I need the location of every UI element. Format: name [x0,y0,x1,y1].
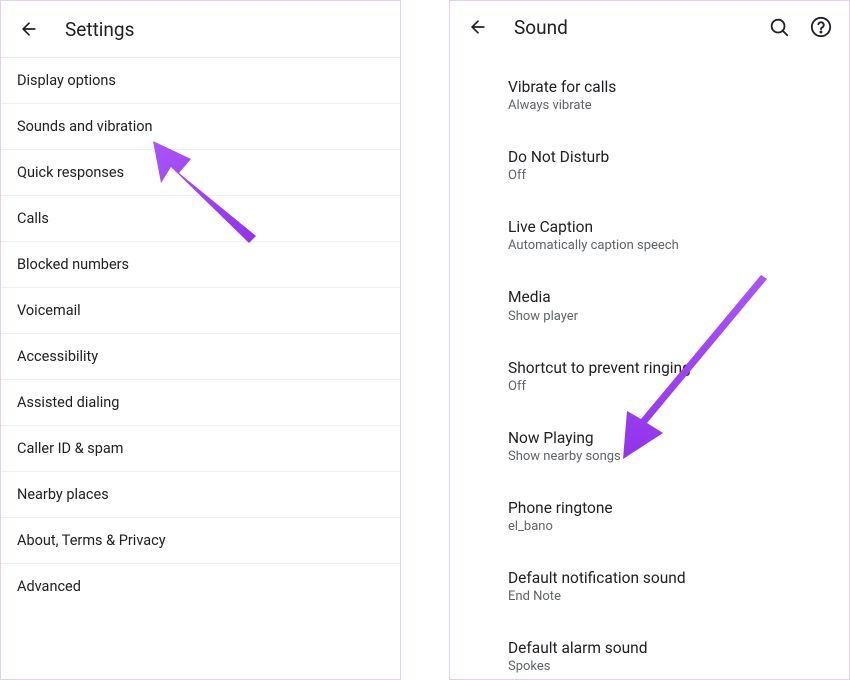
list-item-label: Calls [17,210,384,227]
sound-item-vibrate-for-calls[interactable]: Vibrate for calls Always vibrate [450,67,849,123]
sound-item-media[interactable]: Media Show player [450,277,849,333]
list-item-label: Voicemail [17,302,384,319]
sound-item-do-not-disturb[interactable]: Do Not Disturb Off [450,137,849,193]
list-item-accessibility[interactable]: Accessibility [1,334,400,380]
sound-item-subtitle: Always vibrate [508,98,833,113]
list-item-sounds-and-vibration[interactable]: Sounds and vibration [1,104,400,150]
list-item-label: Sounds and vibration [17,118,384,135]
sound-item-subtitle: Show player [508,309,833,324]
list-item-label: About, Terms & Privacy [17,532,384,549]
list-item-label: Assisted dialing [17,394,384,411]
sound-item-title: Phone ringtone [508,498,833,518]
list-item-label: Blocked numbers [17,256,384,273]
sound-item-title: Default alarm sound [508,638,833,658]
list-item-advanced[interactable]: Advanced [1,564,400,609]
help-icon [810,16,832,38]
sound-item-subtitle: Spokes [508,659,833,674]
sound-item-title: Vibrate for calls [508,77,833,97]
list-item-label: Caller ID & spam [17,440,384,457]
list-item-label: Quick responses [17,164,384,181]
help-button[interactable] [809,15,833,39]
header-actions [767,15,833,39]
sound-item-default-notification[interactable]: Default notification sound End Note [450,558,849,614]
settings-header: Settings [1,1,400,57]
settings-screen: Settings Display options Sounds and vibr… [0,0,401,680]
sound-item-subtitle: Show nearby songs [508,449,833,464]
sound-item-now-playing[interactable]: Now Playing Show nearby songs [450,418,849,474]
sound-item-subtitle: End Note [508,589,833,604]
list-item-nearby-places[interactable]: Nearby places [1,472,400,518]
sound-header: Sound [450,1,849,53]
sound-item-title: Shortcut to prevent ringing [508,358,833,378]
list-item-label: Advanced [17,578,384,595]
list-item-blocked-numbers[interactable]: Blocked numbers [1,242,400,288]
sound-item-subtitle: Off [508,168,833,183]
sound-item-title: Now Playing [508,428,833,448]
page-title: Sound [514,16,568,39]
list-item-caller-id-spam[interactable]: Caller ID & spam [1,426,400,472]
sound-item-subtitle: Automatically caption speech [508,238,833,253]
list-item-voicemail[interactable]: Voicemail [1,288,400,334]
sound-item-title: Default notification sound [508,568,833,588]
settings-list: Display options Sounds and vibration Qui… [1,58,400,679]
back-button[interactable] [17,17,41,41]
search-icon [768,16,790,38]
arrow-back-icon [468,17,488,37]
sound-item-live-caption[interactable]: Live Caption Automatically caption speec… [450,207,849,263]
list-item-calls[interactable]: Calls [1,196,400,242]
list-item-label: Display options [17,72,384,89]
list-item-label: Nearby places [17,486,384,503]
sound-item-title: Media [508,287,833,307]
back-button[interactable] [466,15,490,39]
sound-list: Vibrate for calls Always vibrate Do Not … [450,53,849,680]
sound-item-title: Live Caption [508,217,833,237]
sound-item-subtitle: Off [508,379,833,394]
sound-screen: Sound Vibrate for calls Always vibrate D… [449,0,850,680]
arrow-back-icon [19,19,39,39]
search-button[interactable] [767,15,791,39]
sound-item-shortcut-prevent-ringing[interactable]: Shortcut to prevent ringing Off [450,348,849,404]
sound-item-title: Do Not Disturb [508,147,833,167]
list-item-assisted-dialing[interactable]: Assisted dialing [1,380,400,426]
sound-item-phone-ringtone[interactable]: Phone ringtone el_bano [450,488,849,544]
list-item-display-options[interactable]: Display options [1,58,400,104]
page-title: Settings [65,18,134,41]
sound-item-default-alarm[interactable]: Default alarm sound Spokes [450,628,849,680]
list-item-quick-responses[interactable]: Quick responses [1,150,400,196]
list-item-about-terms-privacy[interactable]: About, Terms & Privacy [1,518,400,564]
sound-item-subtitle: el_bano [508,519,833,534]
list-item-label: Accessibility [17,348,384,365]
